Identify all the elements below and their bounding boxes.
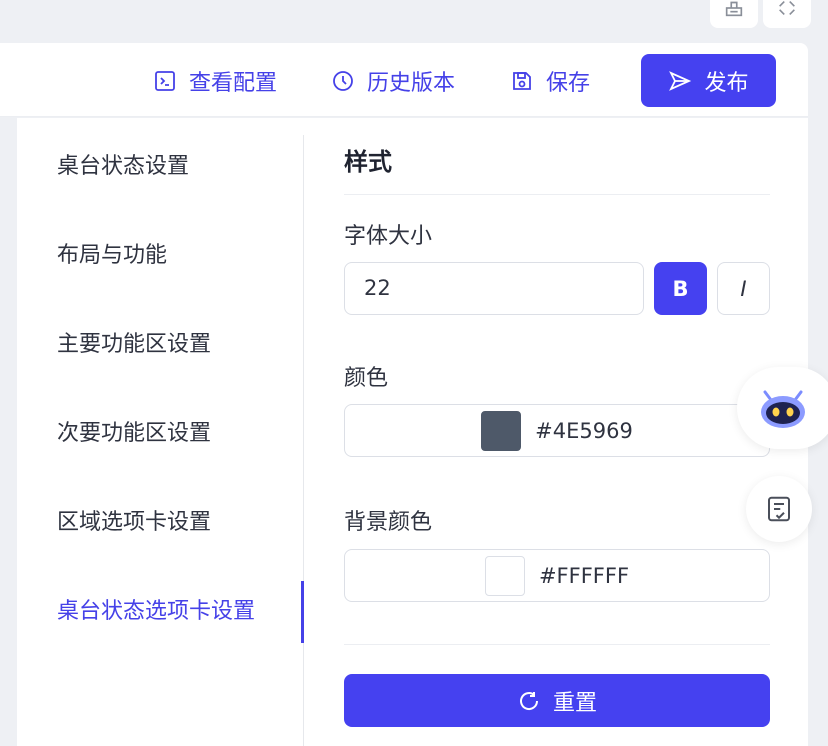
fullscreen-icon <box>779 0 795 16</box>
color-label: 颜色 <box>344 366 389 391</box>
checklist-icon <box>768 496 790 522</box>
history-label: 历史版本 <box>367 71 456 96</box>
fullscreen-button[interactable] <box>763 0 811 28</box>
reset-label: 重置 <box>552 690 597 716</box>
color-swatch <box>481 410 522 451</box>
save-label: 保存 <box>546 71 591 96</box>
refresh-icon <box>519 691 538 710</box>
font-size-input[interactable]: 22 <box>344 262 644 315</box>
view-config-label: 查看配置 <box>189 71 278 96</box>
bg-color-value: #FFFFFF <box>538 563 630 588</box>
view-config-button[interactable]: 查看配置 <box>153 67 278 96</box>
clock-icon <box>333 71 353 91</box>
save-icon <box>513 72 531 90</box>
section-title: 样式 <box>344 148 392 176</box>
bold-button[interactable]: B <box>654 262 707 315</box>
italic-button[interactable]: I <box>717 262 770 315</box>
terminal-icon <box>155 71 175 91</box>
assistant-button[interactable] <box>737 367 828 449</box>
nav-item-region-tabs[interactable]: 区域选项卡设置 <box>57 503 211 543</box>
bg-color-swatch <box>484 555 525 596</box>
nav-item-secondary-area[interactable]: 次要功能区设置 <box>57 414 211 454</box>
save-button[interactable]: 保存 <box>510 67 591 96</box>
toolbar: 查看配置 历史版本 保存 发布 <box>0 43 808 117</box>
reset-button[interactable]: 重置 <box>344 674 770 727</box>
publish-label: 发布 <box>704 70 749 96</box>
nav-item-table-status-tabs[interactable]: 桌台状态选项卡设置 <box>57 592 255 632</box>
history-button[interactable]: 历史版本 <box>331 67 456 96</box>
color-value: #4E5969 <box>535 418 633 443</box>
panel-divider <box>344 644 770 645</box>
nav-item-layout[interactable]: 布局与功能 <box>57 236 167 276</box>
checklist-button[interactable] <box>746 476 812 542</box>
robot-icon <box>761 390 805 428</box>
nav-item-primary-area[interactable]: 主要功能区设置 <box>57 325 211 365</box>
section-divider <box>344 194 770 195</box>
nav-item-table-status[interactable]: 桌台状态设置 <box>57 147 189 187</box>
nav-divider <box>303 135 304 746</box>
bg-color-picker[interactable]: #FFFFFF <box>344 549 770 602</box>
active-nav-indicator <box>301 581 304 643</box>
color-picker[interactable]: #4E5969 <box>344 404 770 457</box>
brush-button[interactable] <box>710 0 758 28</box>
publish-button[interactable]: 发布 <box>641 54 776 107</box>
bg-color-label: 背景颜色 <box>344 510 433 535</box>
font-size-label: 字体大小 <box>344 224 433 249</box>
content-area: 桌台状态设置 布局与功能 主要功能区设置 次要功能区设置 区域选项卡设置 桌台状… <box>17 118 808 746</box>
brush-icon <box>725 1 743 17</box>
send-icon <box>669 70 692 91</box>
settings-nav: 桌台状态设置 布局与功能 主要功能区设置 次要功能区设置 区域选项卡设置 桌台状… <box>17 118 304 746</box>
